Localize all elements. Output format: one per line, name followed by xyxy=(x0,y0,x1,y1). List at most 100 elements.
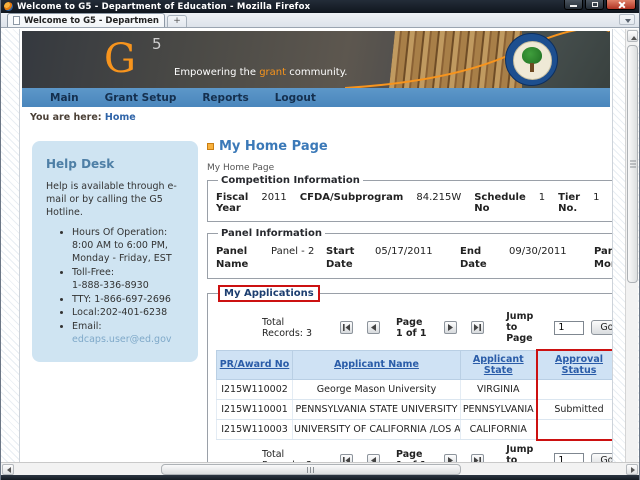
table-row: I215W110003 UNIVERSITY OF CALIFORNIA /LO… xyxy=(216,419,612,441)
horizontal-scroll-thumb[interactable] xyxy=(161,464,461,475)
sort-applicant-name-link[interactable]: Applicant Name xyxy=(334,359,419,370)
breadcrumb-home-link[interactable]: Home xyxy=(105,112,136,123)
help-desk-intro: Help is available through e-mail or by c… xyxy=(46,181,177,218)
scroll-left-arrow[interactable] xyxy=(2,464,14,475)
breadcrumb: You are here: Home xyxy=(30,112,136,123)
list-all-tabs-button[interactable] xyxy=(619,14,635,25)
cell-approval-status xyxy=(535,379,612,400)
seal-tree-trunk xyxy=(530,63,534,72)
last-page-button[interactable] xyxy=(471,453,485,462)
jump-to-page-label: Jump to Page xyxy=(506,311,534,344)
tagline: Empowering the grant community. xyxy=(174,67,348,78)
col-header-applicant-state: Applicant State xyxy=(460,349,537,380)
competition-information-fieldset: Competition Information Fiscal Year 2011… xyxy=(207,175,612,222)
nav-item-main[interactable]: Main xyxy=(50,92,79,104)
cell-award-no: I215W110002 xyxy=(216,379,293,400)
scroll-up-arrow[interactable] xyxy=(627,30,638,42)
nav-item-reports[interactable]: Reports xyxy=(202,92,248,104)
jump-to-page-input[interactable] xyxy=(554,453,585,462)
page-indicator: Page 1 of 1 xyxy=(396,449,427,462)
tagline-highlight: grant xyxy=(259,67,287,78)
sort-approval-status-link[interactable]: Approval Status xyxy=(555,354,603,376)
help-desk-email: Email:edcaps.user@ed.gov xyxy=(72,321,188,347)
table-row: I215W110002 George Mason University VIRG… xyxy=(216,379,612,400)
nav-item-grant-setup[interactable]: Grant Setup xyxy=(105,92,177,104)
tier-no-value: 1 xyxy=(593,192,600,203)
minimize-button[interactable] xyxy=(564,0,583,10)
start-date-label: Start Date xyxy=(326,246,355,270)
previous-page-button[interactable] xyxy=(367,453,381,462)
horizontal-scrollbar[interactable] xyxy=(1,462,639,475)
maximize-button[interactable] xyxy=(585,0,604,10)
jump-to-page-input[interactable] xyxy=(554,320,585,335)
table-row: I215W110001 PENNSYLVANIA STATE UNIVERSIT… xyxy=(216,399,612,420)
next-page-button[interactable] xyxy=(444,453,458,462)
cfda-label: CFDA/Subprogram xyxy=(299,192,404,203)
department-of-education-seal xyxy=(505,33,558,86)
main-content: My Home Page My Home Page Competition In… xyxy=(207,139,612,462)
tab-bar: Welcome to G5 - Department of Edu... + xyxy=(1,13,639,28)
page-title: My Home Page xyxy=(207,139,610,154)
vertical-scroll-thumb[interactable] xyxy=(627,45,638,283)
cell-applicant-state: PENNSYLVANIA xyxy=(460,399,537,420)
close-button[interactable] xyxy=(606,0,636,10)
browser-viewport: G 5 Empowering the grant community. Main… xyxy=(1,29,639,462)
cell-applicant-name: George Mason University xyxy=(292,379,461,400)
title-bar: Welcome to G5 - Department of Education … xyxy=(1,0,639,13)
first-page-button[interactable] xyxy=(340,321,354,334)
previous-page-button[interactable] xyxy=(367,321,381,334)
panel-information-legend: Panel Information xyxy=(221,228,322,239)
close-icon xyxy=(617,1,625,9)
nav-item-logout[interactable]: Logout xyxy=(275,92,316,104)
end-date-value: 09/30/2011 xyxy=(509,246,567,257)
col-header-applicant-name: Applicant Name xyxy=(292,349,461,380)
window-frame-bottom xyxy=(1,475,639,480)
panel-name-value: Panel - 2 xyxy=(271,246,315,257)
page-icon xyxy=(13,16,20,25)
go-button[interactable]: Go xyxy=(591,320,612,335)
g5-banner: G 5 Empowering the grant community. xyxy=(22,31,610,88)
cell-approval-status: Submitted xyxy=(535,399,612,420)
bullet-square-icon xyxy=(207,143,214,150)
last-page-button[interactable] xyxy=(471,321,485,334)
seal-tree-icon xyxy=(522,47,542,64)
browser-window: Welcome to G5 - Department of Education … xyxy=(0,0,640,480)
total-records: Total Records: 3 xyxy=(262,449,312,462)
help-desk-email-link[interactable]: edcaps.user@ed.gov xyxy=(72,334,172,345)
help-desk-hours: Hours Of Operation: 8:00 AM to 6:00 PM, … xyxy=(72,227,188,265)
panel-name-label: Panel Name xyxy=(216,246,249,270)
help-desk-title: Help Desk xyxy=(46,157,115,171)
table-header-row: PR/Award No Applicant Name Applicant Sta… xyxy=(216,349,612,380)
tier-no-label: Tier No. xyxy=(558,192,581,214)
next-page-button[interactable] xyxy=(444,321,458,334)
cell-applicant-state: VIRGINIA xyxy=(460,379,537,400)
help-desk-local: Local:202-401-6238 xyxy=(72,307,188,320)
main-nav: Main Grant Setup Reports Logout xyxy=(22,88,610,107)
g5-logo-number: 5 xyxy=(152,35,162,53)
help-desk-panel: Help Desk Help is available through e-ma… xyxy=(32,141,198,362)
help-desk-tty: TTY: 1-866-697-2696 xyxy=(72,294,188,307)
banner-curve xyxy=(345,31,610,88)
go-button[interactable]: Go xyxy=(591,452,612,462)
panel-monitor-label: Panel Monitor xyxy=(594,246,612,270)
help-desk-tollfree: Toll-Free:1-888-336-8930 xyxy=(72,267,188,293)
first-page-button[interactable] xyxy=(340,453,354,462)
start-date-value: 05/17/2011 xyxy=(375,246,433,257)
sort-applicant-state-link[interactable]: Applicant State xyxy=(473,354,524,376)
firefox-icon xyxy=(4,2,13,11)
col-header-pr-award-no: PR/Award No xyxy=(216,349,293,380)
tab-welcome-g5[interactable]: Welcome to G5 - Department of Edu... xyxy=(7,13,165,27)
cfda-value: 84.215W xyxy=(416,192,462,203)
page-indicator: Page 1 of 1 xyxy=(396,316,427,339)
vertical-scrollbar[interactable] xyxy=(625,29,638,462)
applications-table: PR/Award No Applicant Name Applicant Sta… xyxy=(216,349,612,441)
g5-page: G 5 Empowering the grant community. Main… xyxy=(19,29,613,462)
cell-approval-status xyxy=(535,419,612,441)
competition-information-legend: Competition Information xyxy=(221,175,360,186)
pagination-top: Total Records: 3 Page 1 of 1 Jump to Pag… xyxy=(216,308,612,349)
scroll-right-arrow[interactable] xyxy=(626,464,638,475)
window-title: Welcome to G5 - Department of Education … xyxy=(17,1,311,12)
schedule-no-label: Schedule No xyxy=(474,192,526,214)
sort-pr-award-no-link[interactable]: PR/Award No xyxy=(220,359,290,370)
new-tab-button[interactable]: + xyxy=(167,15,187,27)
